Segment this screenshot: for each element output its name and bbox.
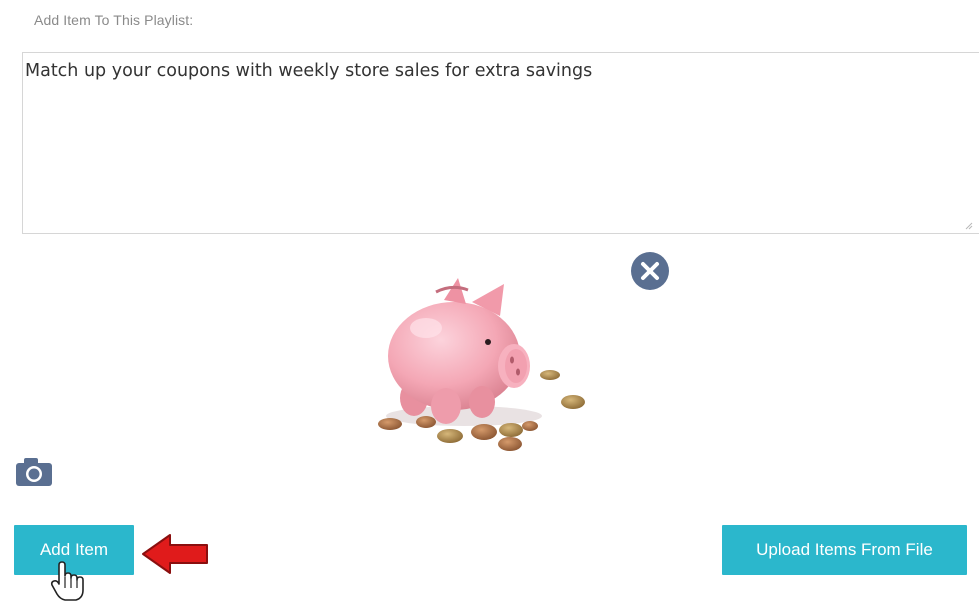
piggy-bank-image [354, 266, 616, 464]
item-textarea[interactable]: Match up your coupons with weekly store … [22, 52, 979, 234]
resize-handle-icon[interactable] [965, 222, 973, 230]
upload-items-from-file-button[interactable]: Upload Items From File [722, 525, 967, 575]
playlist-heading: Add Item To This Playlist: [34, 12, 194, 28]
camera-icon[interactable] [15, 457, 53, 487]
remove-image-close-icon[interactable] [630, 251, 670, 291]
item-textarea-value: Match up your coupons with weekly store … [25, 61, 593, 81]
add-item-button[interactable]: Add Item [14, 525, 134, 575]
red-arrow-icon [142, 534, 208, 574]
item-image [354, 266, 616, 464]
